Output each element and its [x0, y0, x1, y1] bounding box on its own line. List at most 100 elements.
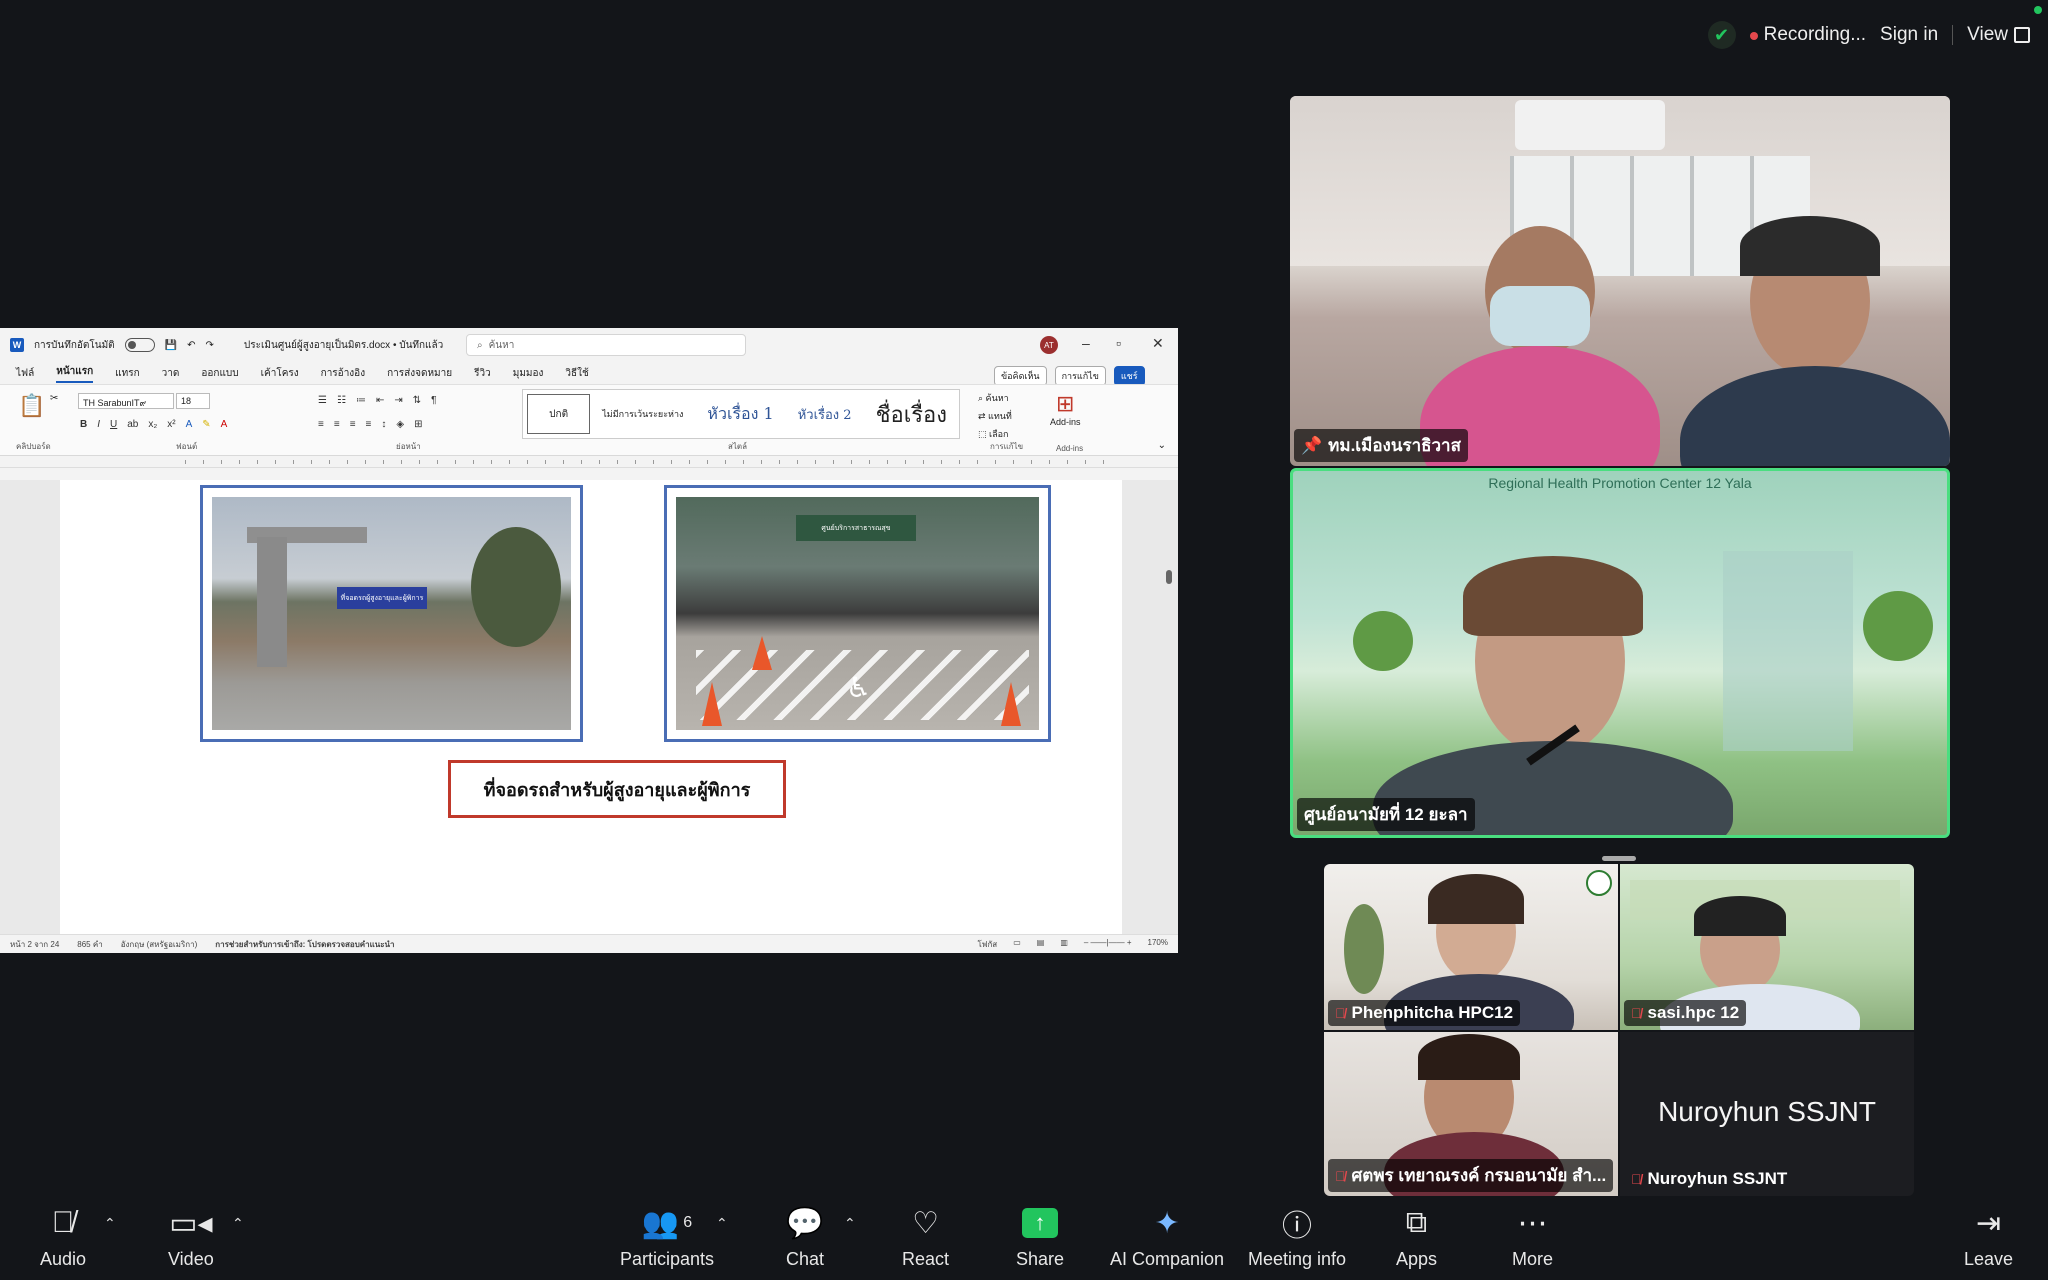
participants-button[interactable]: 👥 6 Participants: [620, 1205, 714, 1270]
tab-design[interactable]: ออกแบบ: [201, 366, 238, 381]
pin-icon[interactable]: 📌: [1301, 436, 1322, 456]
audio-button[interactable]: 🎙̸ Audio: [40, 1205, 86, 1270]
subscript-button[interactable]: x₂: [148, 419, 157, 430]
ai-companion-button[interactable]: ✦ AI Companion: [1110, 1205, 1224, 1270]
editing-mode-button[interactable]: การแก้ไข: [1054, 366, 1106, 386]
tab-mailings[interactable]: การส่งจดหมาย: [387, 366, 452, 381]
status-page[interactable]: หน้า 2 จาก 24: [10, 938, 59, 951]
status-words[interactable]: 865 คำ: [77, 938, 102, 951]
status-language[interactable]: อังกฤษ (สหรัฐอเมริกา): [121, 938, 198, 951]
security-shield-icon[interactable]: ✔: [1707, 21, 1736, 49]
style-no-spacing[interactable]: ไม่มีการเว้นระยะห่าง: [590, 407, 695, 421]
addins-button[interactable]: ⊞ Add-ins: [1050, 391, 1081, 427]
tab-review[interactable]: รีวิว: [474, 366, 491, 381]
view-button[interactable]: View: [1967, 24, 2030, 46]
sort-icon[interactable]: ⇅: [413, 395, 421, 406]
tab-insert[interactable]: แทรก: [115, 366, 139, 381]
tab-references[interactable]: การอ้างอิง: [321, 366, 365, 381]
zoom-slider[interactable]: – ——|—— +: [1084, 938, 1132, 951]
underline-button[interactable]: U: [110, 419, 117, 430]
react-button[interactable]: ♡ React: [902, 1205, 949, 1270]
collapse-ribbon-icon[interactable]: ⌄: [1158, 440, 1166, 451]
style-heading2[interactable]: หัวเรื่อง 2: [786, 404, 864, 425]
font-name-box[interactable]: TH SarabunIT๙: [78, 393, 174, 409]
align-center-icon[interactable]: ≡: [334, 419, 340, 430]
text-effects-button[interactable]: A: [186, 419, 193, 430]
tab-home[interactable]: หน้าแรก: [56, 364, 94, 383]
line-spacing-icon[interactable]: ↕: [381, 419, 386, 430]
video-tile-2-active-speaker[interactable]: Regional Health Promotion Center 12 Yala…: [1290, 468, 1950, 838]
restore-icon[interactable]: ▫: [1116, 335, 1121, 351]
read-mode-icon[interactable]: ▭: [1013, 938, 1021, 951]
highlight-button[interactable]: ✎: [202, 419, 210, 430]
participants-caret-icon[interactable]: ⌃: [716, 1215, 728, 1232]
style-title[interactable]: ชื่อเรื่อง: [864, 397, 959, 432]
video-tile-1[interactable]: 📌 ทม.เมืองนราธิวาส: [1290, 96, 1950, 466]
strikethrough-button[interactable]: ab: [127, 419, 138, 430]
save-icon[interactable]: 💾: [165, 340, 177, 351]
superscript-button[interactable]: x²: [167, 419, 175, 430]
apps-button[interactable]: ⧉ Apps: [1396, 1205, 1437, 1270]
video-tile-6-video-off[interactable]: Nuroyhun SSJNT 🎙̸ Nuroyhun SSJNT: [1620, 1032, 1914, 1196]
shading-icon[interactable]: ◈: [396, 419, 404, 430]
document-area[interactable]: ที่จอดรถผู้สูงอายุและผู้พิการ ศูนย์บริกา…: [0, 480, 1178, 934]
bold-button[interactable]: B: [80, 419, 87, 430]
chat-button[interactable]: 💬 Chat: [786, 1205, 824, 1270]
video-tile-4[interactable]: 🎙̸ sasi.hpc 12: [1620, 864, 1914, 1030]
paste-icon[interactable]: 📋: [18, 393, 45, 419]
focus-button[interactable]: โฟกัส: [978, 938, 998, 951]
redo-icon[interactable]: ↷: [206, 340, 214, 351]
document-title[interactable]: ประเมินศูนย์ผู้สูงอายุเป็นมิตร.docx • บั…: [244, 338, 443, 353]
increase-indent-icon[interactable]: ⇥: [394, 395, 402, 406]
tab-file[interactable]: ไฟล์: [16, 366, 34, 381]
replace-button[interactable]: ⇄ แทนที่: [978, 407, 1012, 425]
video-tile-3[interactable]: 🎙̸ Phenphitcha HPC12: [1324, 864, 1618, 1030]
word-search-box[interactable]: ⌕ ค้นหา: [466, 334, 746, 356]
chat-caret-icon[interactable]: ⌃: [844, 1215, 856, 1232]
sign-in-button[interactable]: Sign in: [1880, 24, 1938, 46]
more-button[interactable]: ⋯ More: [1512, 1205, 1553, 1270]
shared-screen-word[interactable]: W การบันทึกอัตโนมัติ 💾 ↶ ↷ ประเมินศูนย์ผ…: [0, 328, 1178, 953]
tab-layout[interactable]: เค้าโครง: [261, 366, 299, 381]
document-page[interactable]: ที่จอดรถผู้สูงอายุและผู้พิการ ศูนย์บริกา…: [60, 480, 1122, 934]
justify-icon[interactable]: ≡: [366, 419, 372, 430]
bullets-icon[interactable]: ☰: [318, 395, 327, 406]
font-size-box[interactable]: 18: [176, 393, 210, 409]
tab-help[interactable]: วิธีใช้: [565, 366, 588, 381]
share-button[interactable]: ↑ Share: [1016, 1205, 1064, 1270]
audio-options-caret-icon[interactable]: ⌃: [104, 1215, 116, 1232]
recording-indicator[interactable]: Recording...: [1749, 24, 1866, 46]
decrease-indent-icon[interactable]: ⇤: [376, 395, 384, 406]
numbering-icon[interactable]: ☷: [337, 395, 346, 406]
close-icon[interactable]: ✕: [1152, 335, 1164, 352]
tab-draw[interactable]: วาด: [162, 366, 180, 381]
pilcrow-icon[interactable]: ¶: [431, 395, 436, 406]
style-heading1[interactable]: หัวเรื่อง 1: [695, 402, 785, 427]
italic-button[interactable]: I: [97, 419, 100, 430]
scroll-thumb[interactable]: [1166, 570, 1172, 584]
meeting-info-button[interactable]: ⓘ Meeting info: [1248, 1205, 1346, 1270]
avatar[interactable]: AT: [1040, 336, 1058, 354]
font-color-button[interactable]: A: [221, 419, 228, 430]
vertical-scrollbar[interactable]: [1164, 480, 1174, 934]
zoom-level[interactable]: 170%: [1148, 938, 1168, 951]
word-share-button[interactable]: แชร์: [1113, 366, 1145, 386]
video-button[interactable]: ▭◂ Video: [168, 1205, 214, 1270]
leave-button[interactable]: ⇥ Leave: [1964, 1205, 2013, 1270]
print-layout-icon[interactable]: ▤: [1037, 938, 1045, 951]
align-left-icon[interactable]: ≡: [318, 419, 324, 430]
video-options-caret-icon[interactable]: ⌃: [232, 1215, 244, 1232]
status-accessibility[interactable]: การช่วยสำหรับการเข้าถึง: โปรดตรวจสอบคำแน…: [215, 938, 394, 951]
video-tile-5[interactable]: 🎙̸ ศตพร เทยาณรงค์ กรมอนามัย สำ...: [1324, 1032, 1618, 1196]
tab-view[interactable]: มุมมอง: [513, 366, 544, 381]
multilevel-icon[interactable]: ≔: [356, 395, 366, 406]
style-normal[interactable]: ปกติ: [527, 394, 591, 434]
minimize-icon[interactable]: –: [1082, 335, 1090, 351]
align-right-icon[interactable]: ≡: [350, 419, 356, 430]
cut-icon[interactable]: ✂: [50, 393, 58, 404]
borders-icon[interactable]: ⊞: [414, 419, 422, 430]
autosave-toggle[interactable]: [124, 338, 155, 352]
gallery-drag-handle[interactable]: [1602, 856, 1636, 861]
find-button[interactable]: ⌕ ค้นหา: [978, 389, 1012, 407]
comments-button[interactable]: ข้อคิดเห็น: [994, 366, 1047, 386]
